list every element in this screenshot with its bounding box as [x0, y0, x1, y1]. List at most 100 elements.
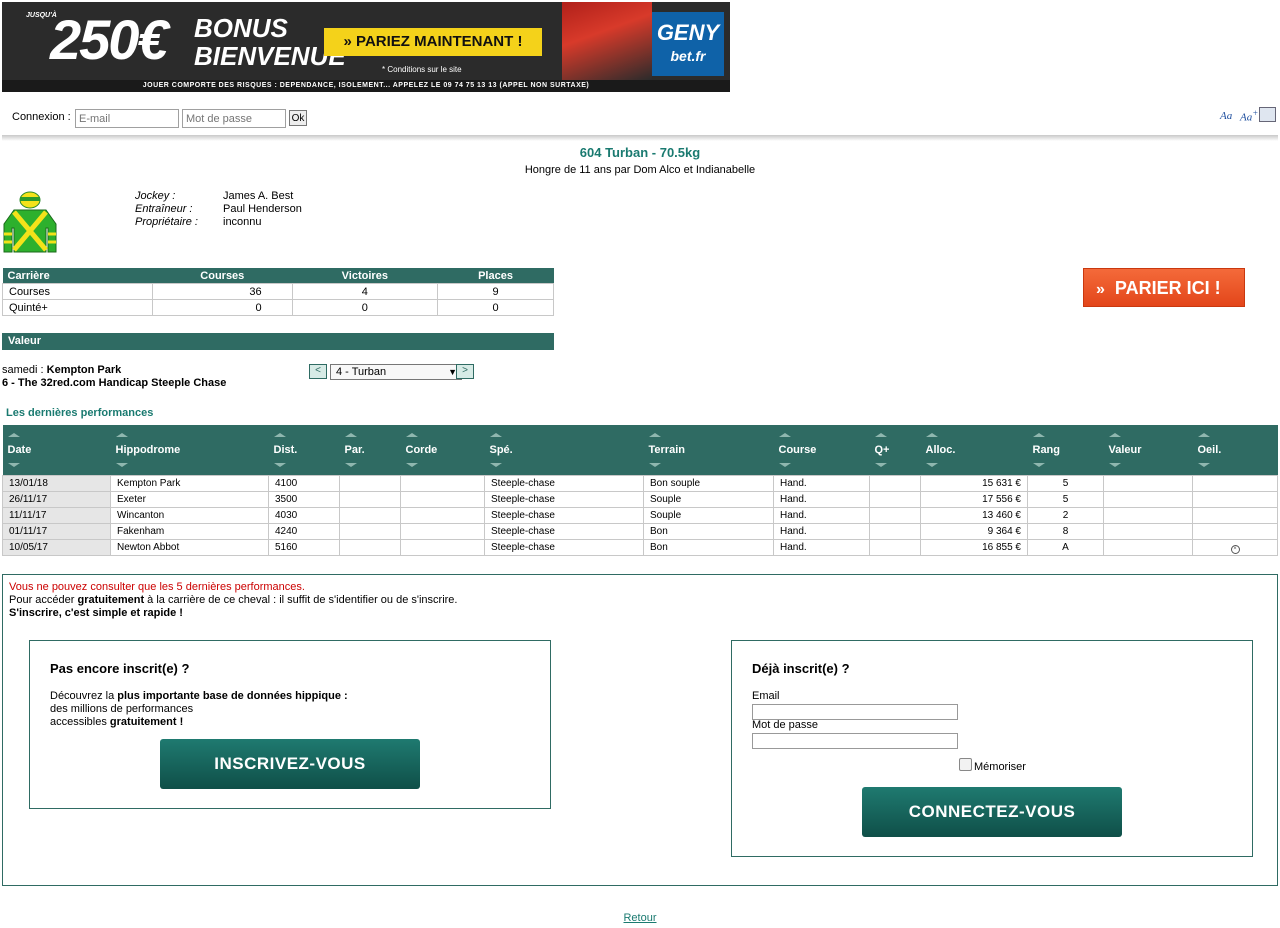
- password-input[interactable]: [182, 109, 286, 128]
- desc-line-1-pre: Découvrez la: [50, 690, 118, 702]
- sort-desc-icon[interactable]: [778, 463, 791, 467]
- sortable-column-header[interactable]: Q+: [869, 425, 921, 476]
- signup-button[interactable]: INSCRIVEZ-VOUS: [160, 739, 420, 789]
- access-message-post: à la carrière de ce cheval : il suffit d…: [144, 594, 458, 606]
- sort-desc-icon[interactable]: [648, 463, 661, 467]
- column-label: Terrain: [648, 444, 685, 456]
- sort-asc-icon[interactable]: [115, 433, 128, 437]
- column-label: Rang: [1032, 444, 1061, 456]
- perf-cell: Fakenham: [110, 523, 269, 540]
- perf-cell: [339, 491, 401, 508]
- column-label: Valeur: [1108, 444, 1142, 456]
- column-label: Date: [7, 444, 32, 456]
- sort-asc-icon[interactable]: [273, 433, 286, 437]
- race-name: 6 - The 32red.com Handicap Steeple Chase: [2, 377, 227, 389]
- jockey-silk-icon: [3, 191, 57, 253]
- perf-cell: [339, 539, 401, 556]
- sort-asc-icon[interactable]: [405, 433, 418, 437]
- perf-cell: 11/11/17: [2, 507, 111, 524]
- perf-cell: Hand.: [773, 491, 870, 508]
- perf-cell: ×: [1192, 539, 1278, 556]
- sort-asc-icon[interactable]: [7, 433, 20, 437]
- perf-cell: [339, 507, 401, 524]
- perf-cell: Steeple-chase: [484, 491, 644, 508]
- email-input[interactable]: [75, 109, 179, 128]
- sort-asc-icon[interactable]: [1032, 433, 1045, 437]
- print-icon[interactable]: [1259, 107, 1276, 122]
- sort-desc-icon[interactable]: [925, 463, 938, 467]
- perf-cell: 5160: [268, 539, 340, 556]
- ok-button[interactable]: Ok: [289, 110, 307, 126]
- prev-horse-button[interactable]: <: [309, 364, 327, 379]
- perf-cell: [1192, 475, 1278, 492]
- performances-body: 13/01/18 Kempton Park 4100 Steeple-chase Bon…: [2, 475, 1278, 556]
- member-password-field[interactable]: [752, 733, 958, 749]
- sort-desc-icon[interactable]: [1197, 463, 1210, 467]
- sort-asc-icon[interactable]: [874, 433, 887, 437]
- sort-desc-icon[interactable]: [7, 463, 20, 467]
- next-horse-button[interactable]: >: [456, 364, 474, 379]
- sortable-column-header[interactable]: Corde: [400, 425, 485, 476]
- member-email-field[interactable]: [752, 704, 958, 720]
- font-small-icon[interactable]: Aa: [1220, 110, 1232, 122]
- owner-label: Propriétaire :: [135, 216, 198, 228]
- sort-desc-icon[interactable]: [115, 463, 128, 467]
- perf-cell: 13 460 €: [920, 507, 1028, 524]
- banner-cta[interactable]: » PARIEZ MAINTENANT !: [324, 28, 542, 56]
- sort-asc-icon[interactable]: [925, 433, 938, 437]
- sort-asc-icon[interactable]: [1108, 433, 1121, 437]
- font-large-icon[interactable]: Aa+: [1240, 108, 1258, 124]
- sortable-column-header[interactable]: Hippodrome: [110, 425, 269, 476]
- ad-banner[interactable]: JUSQU'À 250€ BONUS BIENVENUE » PARIEZ MA…: [2, 2, 730, 92]
- sortable-column-header[interactable]: Date: [2, 425, 111, 476]
- career-cell: 0: [291, 299, 439, 316]
- perf-cell: [1192, 523, 1278, 540]
- sortable-column-header[interactable]: Spé.: [484, 425, 644, 476]
- banner-headline: BONUS BIENVENUE: [194, 13, 346, 71]
- career-table: Carrière Courses Victoires Places Course…: [2, 268, 554, 316]
- perf-cell: [869, 475, 921, 492]
- sort-asc-icon[interactable]: [1197, 433, 1210, 437]
- sort-asc-icon[interactable]: [344, 433, 357, 437]
- table-row: 10/05/17 Newton Abbot 5160 Steeple-chase Bon…: [2, 539, 1278, 556]
- sortable-column-header[interactable]: Oeil.: [1192, 425, 1278, 476]
- bet-here-label: PARIER ICI !: [1114, 278, 1221, 298]
- sort-desc-icon[interactable]: [1108, 463, 1121, 467]
- sort-asc-icon[interactable]: [648, 433, 661, 437]
- sortable-column-header[interactable]: Course: [773, 425, 870, 476]
- sortable-column-header[interactable]: Alloc.: [920, 425, 1028, 476]
- sortable-column-header[interactable]: Rang: [1027, 425, 1104, 476]
- perf-cell: Newton Abbot: [110, 539, 269, 556]
- perf-cell: 2: [1027, 507, 1104, 524]
- connect-button[interactable]: CONNECTEZ-VOUS: [862, 787, 1122, 837]
- perf-cell: Hand.: [773, 507, 870, 524]
- sortable-column-header[interactable]: Dist.: [268, 425, 340, 476]
- email-label: Email: [752, 690, 780, 702]
- perf-cell: Bon: [643, 539, 774, 556]
- remember-checkbox[interactable]: [959, 758, 972, 771]
- horse-select[interactable]: 4 - Turban ▼: [330, 364, 462, 380]
- career-col-victoires: Victoires: [292, 268, 438, 284]
- sortable-column-header[interactable]: Valeur: [1103, 425, 1193, 476]
- bet-here-button[interactable]: » PARIER ICI !: [1083, 268, 1245, 307]
- sort-asc-icon[interactable]: [489, 433, 502, 437]
- sort-asc-icon[interactable]: [778, 433, 791, 437]
- race-venue: Kempton Park: [46, 364, 122, 376]
- sort-desc-icon[interactable]: [405, 463, 418, 467]
- sort-desc-icon[interactable]: [344, 463, 357, 467]
- sortable-column-header[interactable]: Terrain: [643, 425, 774, 476]
- font-plus-label: +: [1252, 108, 1259, 118]
- password-label: Mot de passe: [752, 719, 819, 731]
- perf-cell: [869, 491, 921, 508]
- eye-icon[interactable]: ×: [1230, 544, 1240, 554]
- sort-desc-icon[interactable]: [273, 463, 286, 467]
- sortable-column-header[interactable]: Par.: [339, 425, 401, 476]
- horse-subtitle: Hongre de 11 ans par Dom Alco et Indiana…: [524, 164, 756, 176]
- jockey-value: James A. Best: [223, 190, 294, 202]
- sort-desc-icon[interactable]: [489, 463, 502, 467]
- back-link[interactable]: Retour: [0, 912, 1280, 924]
- sort-desc-icon[interactable]: [1032, 463, 1045, 467]
- horse-select-value: 4 - Turban: [336, 366, 387, 378]
- sort-desc-icon[interactable]: [874, 463, 887, 467]
- column-label: Par.: [344, 444, 365, 456]
